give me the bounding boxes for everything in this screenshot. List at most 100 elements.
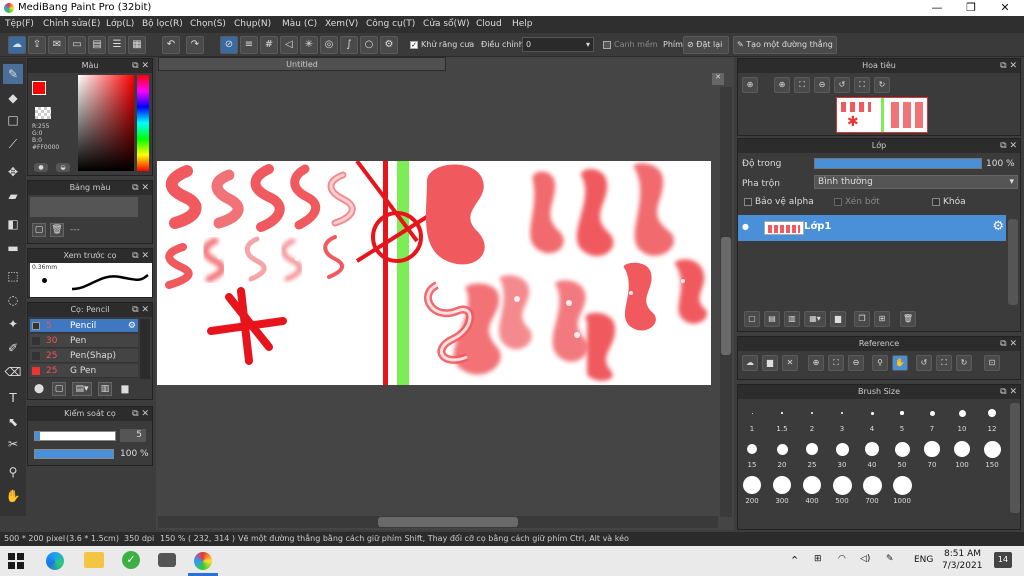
operation-tool-icon[interactable]: ⬉ bbox=[3, 412, 23, 432]
undo-icon[interactable]: ↶ bbox=[162, 36, 180, 54]
brush-size-option[interactable]: 1 bbox=[738, 401, 766, 435]
brush-size-option[interactable]: 70 bbox=[918, 437, 946, 471]
protect-alpha-check-icon[interactable] bbox=[744, 197, 752, 206]
document-icon[interactable]: ▤ bbox=[88, 36, 106, 54]
new-palette-icon[interactable]: ▢ bbox=[32, 223, 46, 237]
divide-tool-icon[interactable]: ✂ bbox=[3, 434, 23, 454]
palette-area[interactable] bbox=[30, 197, 138, 217]
menu-file[interactable]: Tệp(F) bbox=[5, 19, 34, 29]
gear-icon[interactable]: ⚙ bbox=[128, 319, 136, 333]
message-icon[interactable]: ▭ bbox=[68, 36, 86, 54]
reset-view-icon[interactable]: ⛶ bbox=[854, 77, 870, 93]
rectangle-tool-icon[interactable]: □ bbox=[3, 110, 23, 130]
brush-size-option[interactable]: 7 bbox=[918, 401, 946, 435]
lasso-tool-icon[interactable]: ◌ bbox=[3, 290, 23, 310]
brush-size-option[interactable]: 4 bbox=[858, 401, 886, 435]
menu-layer[interactable]: Lớp(L) bbox=[106, 19, 134, 29]
gradient-tool-icon[interactable]: ▬ bbox=[3, 238, 23, 258]
share-icon[interactable]: ⇪ bbox=[28, 36, 46, 54]
brush-item[interactable]: 5 Pencil ⚙ bbox=[30, 319, 138, 333]
menu-filter[interactable]: Bộ lọc(R) bbox=[142, 19, 183, 29]
brush-size-option[interactable]: 15 bbox=[738, 437, 766, 471]
reset-button[interactable]: ⊘ Đặt lại bbox=[683, 36, 729, 54]
brush-item[interactable]: 30 Pen bbox=[30, 334, 138, 348]
brush-menu-icon[interactable]: ▤▾ bbox=[72, 382, 92, 396]
clipping-check-icon[interactable] bbox=[834, 197, 842, 206]
brush-size-option[interactable]: 1000 bbox=[888, 473, 916, 507]
menu-tools[interactable]: Công cụ(T) bbox=[366, 19, 415, 29]
brush-size-option[interactable]: 300 bbox=[768, 473, 796, 507]
foreground-color[interactable] bbox=[32, 81, 46, 95]
protect-alpha-checkbox[interactable]: Bảo vệ alpha bbox=[744, 197, 814, 207]
fit-icon[interactable]: ⛶ bbox=[828, 355, 844, 371]
brush-size-option[interactable]: 5 bbox=[888, 401, 916, 435]
menu-help[interactable]: Help bbox=[512, 19, 533, 29]
list-icon[interactable]: ☰ bbox=[108, 36, 126, 54]
brush-size-option[interactable]: 100 bbox=[948, 437, 976, 471]
brush-opacity-slider[interactable] bbox=[34, 449, 114, 459]
file-explorer-icon[interactable] bbox=[84, 552, 104, 568]
brush-size-option[interactable]: 150 bbox=[978, 437, 1006, 471]
zoom-in-icon[interactable]: ⊕ bbox=[808, 355, 824, 371]
menu-view[interactable]: Xem(V) bbox=[325, 19, 358, 29]
brush-item[interactable]: 25 G Pen bbox=[30, 364, 138, 378]
eye-icon[interactable]: ● bbox=[742, 222, 749, 231]
zoom-in-icon[interactable]: ⊕ bbox=[774, 77, 790, 93]
brush-size-option[interactable]: 400 bbox=[798, 473, 826, 507]
close-icon[interactable]: ⧉ ✕ bbox=[132, 407, 149, 421]
line-tool-icon[interactable]: ⟋ bbox=[3, 134, 23, 154]
brush-size-option[interactable]: 20 bbox=[768, 437, 796, 471]
close-icon[interactable]: ⧉ ✕ bbox=[1000, 385, 1017, 399]
menu-capture[interactable]: Chụp(N) bbox=[234, 19, 271, 29]
color-mode-button[interactable]: ● bbox=[34, 163, 48, 172]
bucket-tool-icon[interactable]: ◧ bbox=[3, 214, 23, 234]
zoom-out-icon[interactable]: ⊖ bbox=[814, 77, 830, 93]
layer-scrollbar[interactable] bbox=[1008, 219, 1018, 305]
circle-snap-icon[interactable]: ◎ bbox=[320, 36, 338, 54]
rotate-left-icon[interactable]: ↺ bbox=[916, 355, 932, 371]
layer-row[interactable]: ● Lớp1 ⚙ bbox=[738, 215, 1006, 241]
lock-checkbox[interactable]: Khóa bbox=[932, 197, 966, 207]
canvas-artwork[interactable] bbox=[157, 161, 711, 385]
ellipse-snap-icon[interactable]: ○ bbox=[360, 36, 378, 54]
folder-icon[interactable]: ▆ bbox=[118, 382, 132, 396]
vanish-snap-icon[interactable]: ◁ bbox=[280, 36, 298, 54]
radial-snap-icon[interactable]: ✳ bbox=[300, 36, 318, 54]
select-tool-icon[interactable]: ⬚ bbox=[3, 266, 23, 286]
brush-size-option[interactable]: 25 bbox=[798, 437, 826, 471]
new-brush-icon[interactable]: ▢ bbox=[52, 382, 66, 396]
close-icon[interactable]: ⧉ ✕ bbox=[1000, 59, 1017, 73]
menu-edit[interactable]: Chỉnh sửa(E) bbox=[43, 19, 100, 29]
antialias-check-icon[interactable]: ✓ bbox=[410, 40, 418, 49]
lock-check-icon[interactable] bbox=[932, 197, 940, 206]
menu-color[interactable]: Màu (C) bbox=[282, 19, 317, 29]
network-icon[interactable]: ⊞ bbox=[814, 554, 822, 564]
fill-tool-icon[interactable]: ▰ bbox=[3, 186, 23, 206]
close-icon[interactable]: ⧉ ✕ bbox=[132, 59, 149, 73]
eraser-tool-icon[interactable]: ◆ bbox=[3, 88, 23, 108]
close-icon[interactable]: ⧉ ✕ bbox=[132, 181, 149, 195]
palette-mode-button[interactable]: ◒ bbox=[56, 163, 70, 172]
clipping-checkbox[interactable]: Xén bớt bbox=[834, 197, 880, 207]
layer-opacity-slider[interactable] bbox=[814, 158, 982, 169]
hand-tool-icon[interactable]: ✋ bbox=[3, 486, 23, 506]
zoom-in-icon[interactable]: ⊕ bbox=[742, 77, 758, 93]
maximize-button[interactable]: ❐ bbox=[954, 0, 988, 16]
brush-size-option[interactable]: 2 bbox=[798, 401, 826, 435]
close-icon[interactable]: ⧉ ✕ bbox=[132, 303, 149, 317]
folder-icon[interactable]: ▆ bbox=[830, 311, 846, 327]
brush-size-option[interactable]: 12 bbox=[978, 401, 1006, 435]
parallel-snap-icon[interactable]: ≡ bbox=[240, 36, 258, 54]
menu-cloud[interactable]: Cloud bbox=[476, 19, 502, 29]
eyedropper-tool-icon[interactable]: ⚲ bbox=[3, 462, 23, 482]
brush-size-option[interactable]: 30 bbox=[828, 437, 856, 471]
brush-size-scrollbar[interactable] bbox=[1010, 403, 1020, 513]
grid-icon[interactable]: ▦ bbox=[128, 36, 146, 54]
brush-size-option[interactable]: 50 bbox=[888, 437, 916, 471]
pin-icon[interactable]: ⊡ bbox=[984, 355, 1000, 371]
new-halftone-layer-icon[interactable]: ▤ bbox=[764, 311, 780, 327]
brush-scrollbar[interactable] bbox=[140, 319, 150, 379]
brush-size-input[interactable]: 5 bbox=[120, 429, 146, 442]
layer-menu-icon[interactable]: ▦▾ bbox=[804, 311, 826, 327]
trash-icon[interactable]: 🗑 bbox=[50, 223, 64, 237]
